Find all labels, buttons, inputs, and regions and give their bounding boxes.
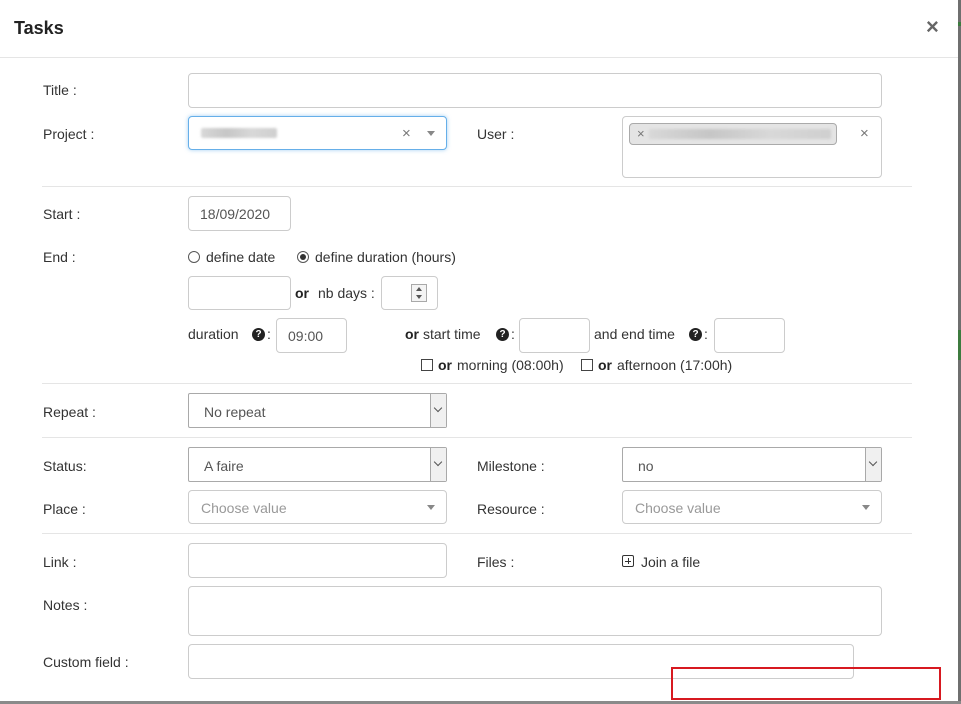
end-time-input[interactable] — [714, 318, 785, 353]
resource-placeholder: Choose value — [635, 500, 721, 516]
help-icon[interactable]: ? — [689, 328, 702, 341]
files-label: Files : — [477, 554, 515, 570]
link-label: Link : — [43, 554, 77, 570]
chevron-down-icon[interactable] — [865, 448, 881, 481]
notes-textarea[interactable] — [188, 586, 882, 636]
user-tag: × — [629, 123, 837, 145]
chevron-down-icon — [862, 505, 870, 510]
end-time-colon: : — [704, 326, 708, 342]
or-label: or — [295, 285, 309, 301]
milestone-select[interactable]: no — [622, 447, 882, 482]
project-select[interactable]: × — [188, 116, 447, 150]
morning-label: morning (08:00h) — [457, 357, 564, 373]
chevron-down-icon[interactable] — [430, 448, 446, 481]
morning-checkbox[interactable] — [421, 359, 433, 371]
place-label: Place : — [43, 501, 86, 517]
afternoon-checkbox[interactable] — [581, 359, 593, 371]
user-clear-icon[interactable]: × — [860, 126, 869, 141]
title-input[interactable] — [188, 73, 882, 108]
nb-days-label: nb days : — [318, 285, 375, 301]
place-placeholder: Choose value — [201, 500, 287, 516]
end-date-input[interactable] — [188, 276, 291, 310]
help-icon[interactable]: ? — [496, 328, 509, 341]
milestone-value: no — [638, 458, 654, 474]
user-label: User : — [477, 126, 515, 142]
annotation-highlight — [671, 667, 941, 700]
afternoon-label: afternoon (17:00h) — [617, 357, 733, 373]
nb-days-input[interactable] — [381, 276, 438, 310]
custom-field-label: Custom field : — [43, 654, 129, 670]
spin-up-icon[interactable] — [416, 287, 422, 291]
define-duration-radio[interactable] — [297, 251, 309, 263]
repeat-label: Repeat : — [43, 404, 96, 420]
end-time-label: and end time — [594, 326, 675, 342]
notes-label: Notes : — [43, 597, 88, 613]
or-label: or — [598, 357, 612, 373]
define-date-label: define date — [206, 249, 276, 265]
user-tag-remove-icon[interactable]: × — [637, 127, 645, 141]
duration-value: 09:00 — [288, 328, 324, 344]
repeat-value: No repeat — [204, 404, 266, 420]
resource-label: Resource : — [477, 501, 545, 517]
plus-square-icon[interactable] — [622, 555, 634, 567]
divider — [42, 383, 912, 384]
status-label: Status: — [43, 458, 87, 474]
start-date-value: 18/09/2020 — [200, 206, 271, 222]
nb-days-spinner[interactable] — [411, 284, 427, 302]
status-value: A faire — [204, 458, 244, 474]
duration-colon: : — [267, 326, 271, 342]
define-date-radio[interactable] — [188, 251, 200, 263]
user-tag-value — [649, 129, 831, 139]
divider — [42, 186, 912, 187]
place-select[interactable]: Choose value — [188, 490, 447, 524]
end-label: End : — [43, 249, 76, 265]
start-time-input[interactable] — [519, 318, 590, 353]
or-label: or — [438, 357, 452, 373]
start-time-label: start time — [423, 326, 481, 342]
project-selected-value — [201, 128, 277, 138]
close-icon[interactable]: × — [926, 14, 939, 40]
divider — [42, 533, 912, 534]
project-clear-icon[interactable]: × — [402, 126, 411, 141]
spin-down-icon[interactable] — [416, 295, 422, 299]
milestone-label: Milestone : — [477, 458, 545, 474]
help-icon[interactable]: ? — [252, 328, 265, 341]
or-label: or — [405, 326, 419, 342]
chevron-down-icon[interactable] — [430, 394, 446, 427]
duration-label: duration — [188, 326, 239, 342]
duration-input[interactable]: 09:00 — [276, 318, 347, 353]
status-select[interactable]: A faire — [188, 447, 447, 482]
start-time-colon: : — [511, 326, 515, 342]
start-date-input[interactable]: 18/09/2020 — [188, 196, 291, 231]
divider — [42, 437, 912, 438]
modal-header — [0, 0, 961, 58]
start-label: Start : — [43, 206, 81, 222]
user-multiselect[interactable]: × × — [622, 116, 882, 178]
link-input[interactable] — [188, 543, 447, 578]
chevron-down-icon — [427, 505, 435, 510]
title-label: Title : — [43, 82, 77, 98]
join-file-link[interactable]: Join a file — [641, 554, 700, 570]
resource-select[interactable]: Choose value — [622, 490, 882, 524]
define-duration-label: define duration (hours) — [315, 249, 456, 265]
modal-title: Tasks — [14, 18, 64, 38]
chevron-down-icon — [427, 131, 435, 136]
repeat-select[interactable]: No repeat — [188, 393, 447, 428]
project-label: Project : — [43, 126, 95, 142]
